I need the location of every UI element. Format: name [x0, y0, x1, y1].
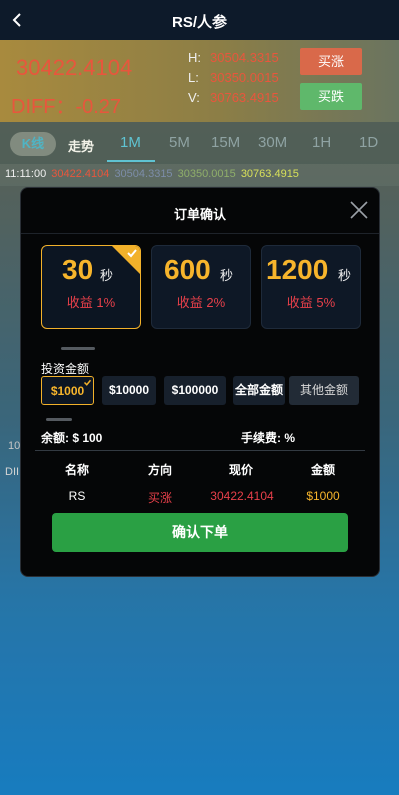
table-header-direction: 方向: [147, 463, 172, 477]
row-direction: 买涨: [147, 491, 172, 505]
period-unit: 秒: [220, 268, 234, 283]
period-seconds: 1200: [266, 254, 329, 285]
table-header-name: 名称: [64, 463, 89, 477]
period-yield: 收益 5%: [286, 295, 336, 310]
ticker-time: 11:11:00: [5, 168, 47, 180]
tab-trend[interactable]: 走势: [68, 136, 94, 155]
row-price: 30422.4104: [210, 489, 274, 503]
high-value: 30504.3315: [210, 50, 279, 65]
period-card-600[interactable]: 600 秒 收益 2%: [151, 245, 251, 329]
low-label: L:: [188, 70, 199, 85]
period-seconds: 600: [164, 254, 211, 285]
chart-tabs: K线 走势 1M 5M 15M 30M 1H 1D: [0, 122, 399, 164]
period-yield: 收益 1%: [66, 295, 116, 310]
quote-panel: 30422.4104 DIFF：-0.27 H: 30504.3315 L: 303…: [0, 40, 399, 122]
fee-text: 手续费: %: [241, 431, 296, 445]
table-divider: [35, 450, 365, 451]
check-icon: [83, 379, 92, 386]
invest-amount-label: 投资金额: [41, 362, 90, 376]
diff-number: -0.27: [75, 96, 122, 118]
row-amount: $1000: [306, 489, 340, 503]
amount-option-1000[interactable]: $1000: [41, 376, 94, 405]
tab-kline[interactable]: K线: [10, 132, 56, 156]
amount-option-other[interactable]: 其他金额: [289, 376, 359, 405]
tab-5m[interactable]: 5M: [169, 134, 190, 151]
confirm-order-button[interactable]: 确认下单: [52, 513, 348, 552]
ohlc-ticker: 11:11:00 30422.4104 30504.3315 30350.001…: [5, 168, 301, 180]
period-card-1200[interactable]: 1200 秒 收益 5%: [261, 245, 361, 329]
amount-option-10000[interactable]: $10000: [102, 376, 156, 405]
amount-option-100000[interactable]: $100000: [164, 376, 226, 405]
ticker-close: 30763.4915: [240, 168, 299, 180]
tab-1m[interactable]: 1M: [120, 134, 141, 151]
modal-title: 订单确认: [173, 207, 226, 222]
order-confirm-modal: 订单确认 30 秒 收益 1% 600 秒 收益 2% 1200 秒 收益 5%…: [20, 187, 380, 577]
period-seconds: 30: [62, 254, 94, 285]
amount-label: $1000: [50, 384, 85, 398]
volume-row: V: 30763.4915: [188, 90, 279, 105]
volume-label: V:: [188, 90, 200, 105]
tab-30m[interactable]: 30M: [258, 134, 287, 151]
row-name: RS: [68, 489, 86, 503]
active-tab-indicator: [107, 160, 155, 162]
balance-text: 余额: $ 100: [41, 431, 103, 445]
close-icon[interactable]: [349, 200, 369, 220]
amount-option-all[interactable]: 全部金额: [233, 376, 285, 405]
low-row: L: 30350.0015: [188, 70, 279, 85]
current-price: 30422.4104: [16, 55, 133, 80]
tab-1d[interactable]: 1D: [359, 134, 378, 151]
page-title: RS/人参: [171, 14, 227, 31]
section-divider: [61, 347, 95, 350]
ticker-low: 30350.0015: [177, 168, 236, 180]
section-divider: [46, 418, 72, 421]
tab-1h[interactable]: 1H: [312, 134, 331, 151]
period-unit: 秒: [338, 268, 352, 283]
ticker-high: 30504.3315: [114, 168, 173, 180]
check-icon: [127, 249, 137, 258]
table-header-price: 现价: [228, 463, 253, 477]
period-yield: 收益 2%: [176, 295, 226, 310]
high-label: H:: [188, 50, 201, 65]
modal-divider: [21, 233, 379, 234]
ticker-open: 30422.4104: [51, 168, 110, 180]
high-row: H: 30504.3315: [188, 50, 279, 65]
tab-15m[interactable]: 15M: [211, 134, 240, 151]
buy-up-button[interactable]: 买涨: [300, 48, 362, 75]
buy-down-button[interactable]: 买跌: [300, 83, 362, 110]
top-bar: RS/人参: [0, 0, 399, 40]
volume-value: 30763.4915: [210, 90, 279, 105]
low-value: 30350.0015: [210, 70, 279, 85]
table-header-amount: 金额: [310, 463, 335, 477]
period-card-30[interactable]: 30 秒 收益 1%: [41, 245, 141, 329]
diff-label: DIFF：: [11, 96, 76, 118]
diff-value: DIFF：-0.27: [11, 90, 121, 119]
